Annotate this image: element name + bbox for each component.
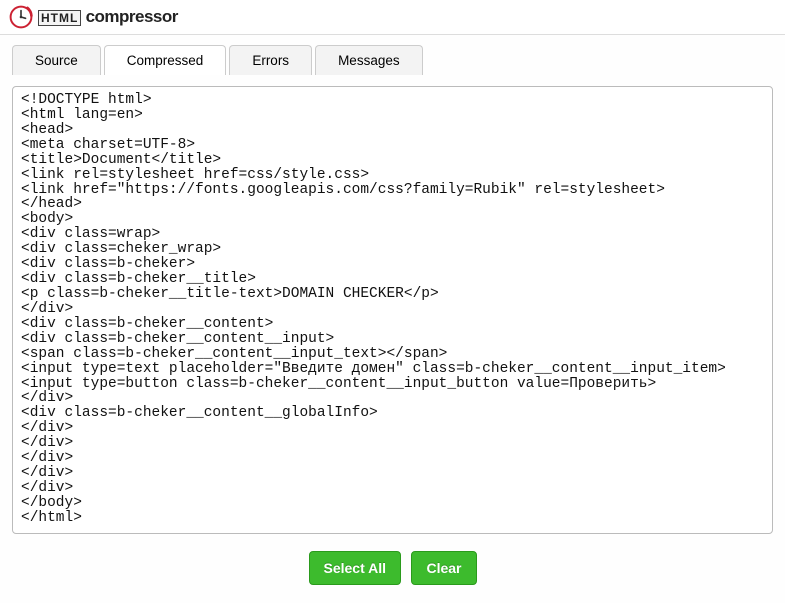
brand-text: HTML compressor bbox=[38, 7, 178, 27]
app-header: HTML compressor bbox=[0, 0, 785, 35]
action-button-row: Select All Clear bbox=[12, 551, 773, 585]
brand-logo: HTML compressor bbox=[8, 4, 178, 30]
tab-bar: Source Compressed Errors Messages bbox=[12, 45, 773, 75]
compressed-output-textarea[interactable] bbox=[12, 86, 773, 534]
tab-compressed[interactable]: Compressed bbox=[104, 45, 227, 75]
tab-messages[interactable]: Messages bbox=[315, 45, 423, 75]
clock-icon bbox=[8, 4, 34, 30]
brand-html-badge: HTML bbox=[38, 10, 81, 26]
clear-button[interactable]: Clear bbox=[411, 551, 476, 585]
tab-source[interactable]: Source bbox=[12, 45, 101, 75]
tab-errors[interactable]: Errors bbox=[229, 45, 312, 75]
select-all-button[interactable]: Select All bbox=[309, 551, 402, 585]
brand-suffix: compressor bbox=[86, 7, 178, 26]
main-panel: Source Compressed Errors Messages Select… bbox=[0, 35, 785, 603]
